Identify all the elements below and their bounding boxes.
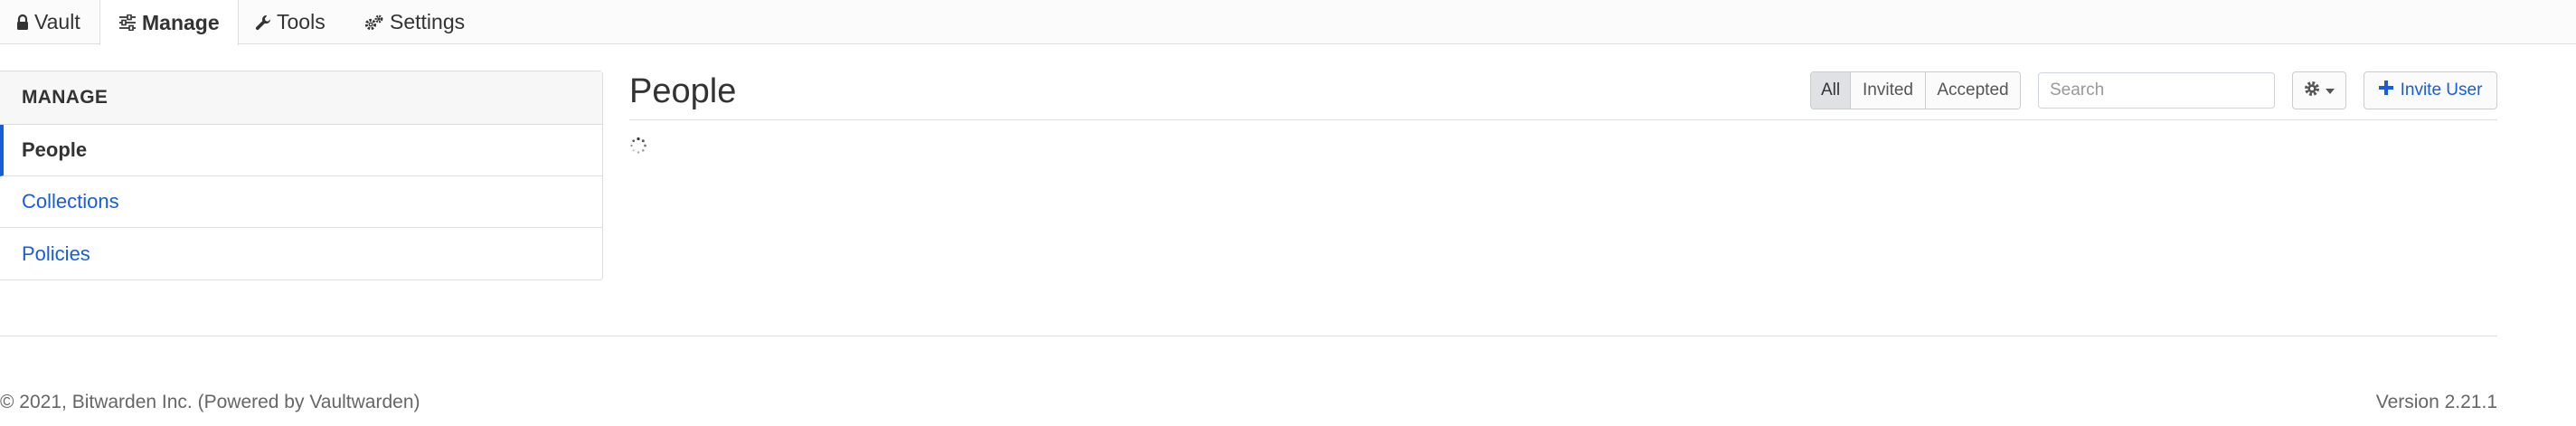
footer-version: Version 2.21.1 <box>2375 392 2497 412</box>
gear-icon <box>2304 80 2320 101</box>
sidebar-item-label: Collections <box>22 190 119 213</box>
invite-user-button[interactable]: Invite User <box>2364 71 2497 109</box>
filter-all-button[interactable]: All <box>1811 72 1851 109</box>
manage-sidebar: MANAGE People Collections Policies <box>0 71 603 280</box>
sidebar-item-label: People <box>22 138 88 161</box>
invite-user-label: Invite User <box>2400 80 2483 99</box>
tab-label: Manage <box>142 10 220 34</box>
sidebar-item-collections[interactable]: Collections <box>0 176 602 228</box>
footer-copyright: © 2021, Bitwarden Inc. (Powered by Vault… <box>0 392 420 412</box>
search-input[interactable] <box>2038 72 2275 109</box>
tab-manage[interactable]: Manage <box>99 0 239 45</box>
status-filter-group: All Invited Accepted <box>1810 71 2021 109</box>
tab-label: Settings <box>390 10 466 33</box>
plus-icon <box>2378 80 2393 100</box>
title-divider <box>629 119 2497 120</box>
tab-tools[interactable]: Tools <box>255 0 326 44</box>
lock-icon <box>16 14 29 31</box>
loading-spinner-icon <box>629 137 647 155</box>
sidebar-item-label: Policies <box>22 241 90 265</box>
filter-accepted-button[interactable]: Accepted <box>1926 72 2020 109</box>
tab-label: Tools <box>277 10 326 33</box>
tab-vault[interactable]: Vault <box>16 0 80 44</box>
filter-invited-button[interactable]: Invited <box>1851 72 1926 109</box>
options-dropdown-button[interactable] <box>2292 71 2346 109</box>
tab-settings[interactable]: Settings <box>364 0 465 44</box>
sidebar-item-people[interactable]: People <box>0 125 602 176</box>
top-nav: Vault Manage Tools Settings <box>0 0 2576 45</box>
sidebar-heading: MANAGE <box>0 71 602 125</box>
wrench-icon <box>255 14 271 31</box>
sidebar-item-policies[interactable]: Policies <box>0 228 602 279</box>
sliders-icon <box>118 14 137 31</box>
cogs-icon <box>364 14 384 31</box>
caret-down-icon <box>2326 82 2335 99</box>
page-title: People <box>629 72 737 110</box>
tab-label: Vault <box>34 10 80 33</box>
